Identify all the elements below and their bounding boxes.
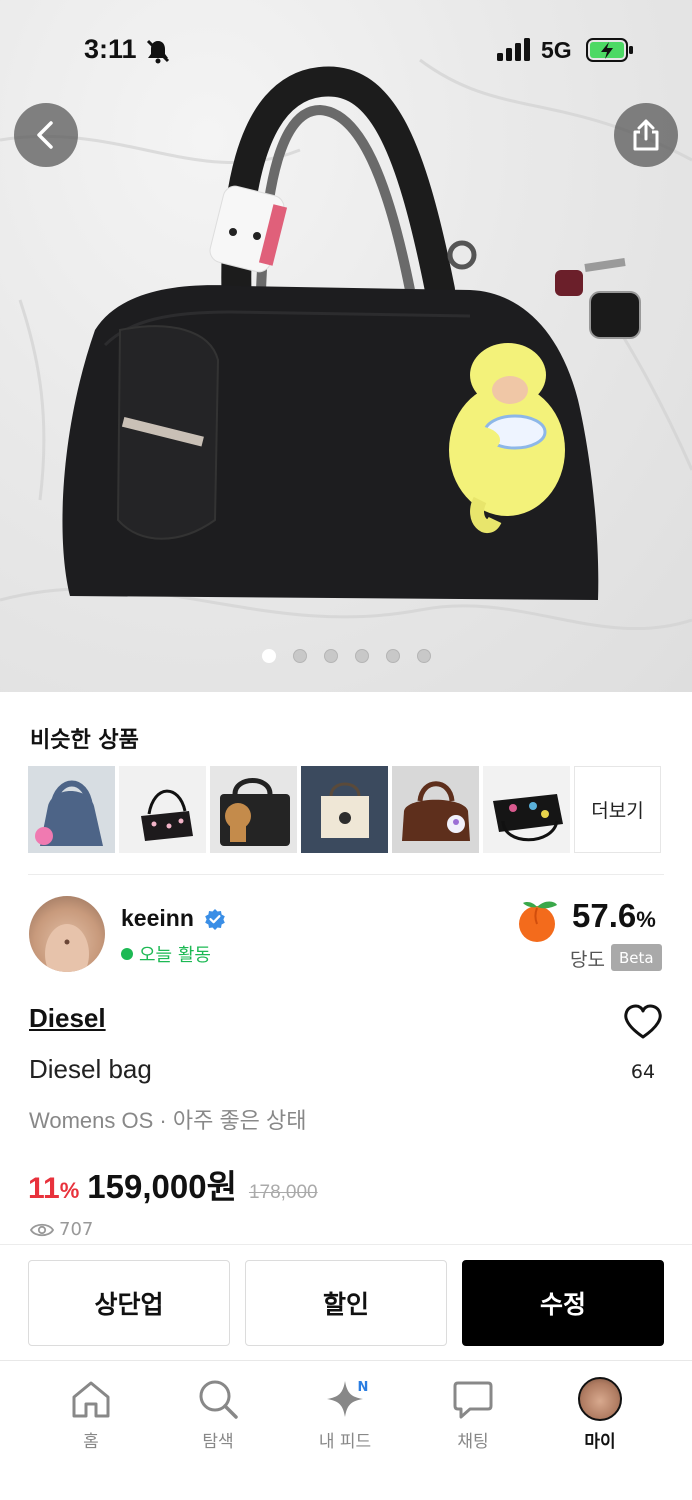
similar-item-thumb[interactable] <box>28 766 115 853</box>
seller-activity-label: 오늘 활동 <box>139 945 211 966</box>
carousel-dot-active[interactable] <box>261 649 276 663</box>
bottom-tab-bar: 홈 탐색 N 내 피드 채팅 마이 <box>0 1360 692 1500</box>
bump-button[interactable]: 상단업 <box>28 1260 230 1346</box>
divider <box>28 874 664 875</box>
price-row: 11% 159,000원 178,000 <box>28 1160 318 1208</box>
tab-my-label: 마이 <box>584 1432 616 1452</box>
carousel-dot[interactable] <box>323 649 338 663</box>
beta-badge: Beta <box>611 944 662 971</box>
carousel-dot[interactable] <box>385 649 400 663</box>
tab-search[interactable]: 탐색 <box>163 1375 273 1452</box>
tab-feed-label: 내 피드 <box>318 1432 372 1452</box>
tab-chat[interactable]: 채팅 <box>418 1375 528 1452</box>
product-photo-carousel[interactable]: 3:11 5G <box>0 0 692 692</box>
seller-name[interactable]: keeinn <box>121 905 194 932</box>
verified-badge-icon <box>204 908 226 934</box>
product-photo <box>0 58 692 631</box>
edit-button[interactable]: 수정 <box>462 1260 664 1346</box>
discount-value: 11 <box>28 1172 60 1205</box>
my-avatar-icon <box>578 1377 622 1421</box>
search-icon <box>199 1380 238 1419</box>
discount-rate: 11% <box>28 1172 79 1206</box>
discount-button[interactable]: 할인 <box>245 1260 447 1346</box>
chat-bubble-icon <box>453 1381 493 1419</box>
share-icon <box>633 119 659 151</box>
action-buttons: 상단업 할인 수정 <box>28 1260 664 1346</box>
seller-score-value: 57.6 <box>572 897 637 934</box>
tab-home-label: 홈 <box>83 1432 99 1452</box>
tab-feed[interactable]: N 내 피드 <box>290 1375 400 1452</box>
carousel-dot[interactable] <box>416 649 431 663</box>
cellular-signal-icon <box>497 38 533 66</box>
online-dot-icon <box>121 948 133 960</box>
similar-item-thumb[interactable] <box>301 766 388 853</box>
tab-home[interactable]: 홈 <box>36 1375 146 1452</box>
chevron-left-icon <box>37 121 53 149</box>
product-title: Diesel bag <box>29 1054 152 1084</box>
bell-muted-icon <box>145 38 171 68</box>
like-count: 64 <box>630 1061 656 1083</box>
status-time: 3:11 <box>84 34 137 64</box>
product-brand-link[interactable]: Diesel <box>29 1003 106 1034</box>
divider <box>0 1244 692 1245</box>
battery-charging-icon <box>586 37 634 67</box>
original-price: 178,000 <box>248 1182 318 1203</box>
seller-score-unit: % <box>636 907 656 932</box>
carousel-dot[interactable] <box>354 649 369 663</box>
tab-search-label: 탐색 <box>202 1432 234 1452</box>
status-bar: 3:11 5G <box>0 0 692 100</box>
similar-items-strip: 더보기 <box>28 766 661 853</box>
feed-new-badge: N <box>353 1377 373 1397</box>
similar-items-more-button[interactable]: 더보기 <box>574 766 661 853</box>
back-button[interactable] <box>14 103 78 167</box>
similar-item-thumb[interactable] <box>392 766 479 853</box>
seller-avatar[interactable] <box>29 896 105 972</box>
tab-my[interactable]: 마이 <box>545 1375 655 1452</box>
seller-score-label: 당도 <box>570 949 605 971</box>
carousel-dot[interactable] <box>292 649 307 663</box>
network-type: 5G <box>541 37 572 63</box>
view-count-value: 707 <box>59 1219 94 1240</box>
seller-activity-status: 오늘 활동 <box>121 941 211 967</box>
peach-icon <box>515 899 561 947</box>
similar-item-thumb[interactable] <box>119 766 206 853</box>
share-button[interactable] <box>614 103 678 167</box>
product-meta: Womens OS · 아주 좋은 상태 <box>29 1108 307 1133</box>
similar-items-title: 비슷한 상품 <box>30 728 139 753</box>
similar-item-thumb[interactable] <box>210 766 297 853</box>
view-count: 707 <box>30 1219 93 1240</box>
discount-unit: % <box>59 1178 80 1203</box>
like-heart-icon[interactable] <box>623 1004 663 1044</box>
similar-item-thumb[interactable] <box>483 766 570 853</box>
carousel-indicator <box>0 649 692 663</box>
home-icon <box>72 1381 110 1418</box>
eye-icon <box>30 1223 54 1236</box>
product-price: 159,000원 <box>87 1168 237 1205</box>
seller-score: 57.6% <box>572 897 656 935</box>
tab-chat-label: 채팅 <box>457 1432 489 1452</box>
